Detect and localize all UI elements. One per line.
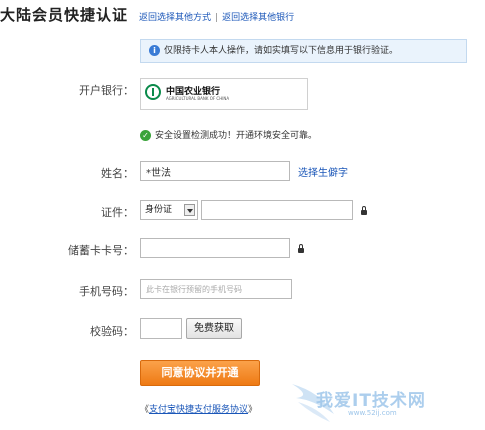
abc-bank-logo-icon [145,84,161,100]
bank-label: 开户银行： [79,84,134,97]
agreement-line: 《支付宝快捷支付服务协议》 [140,402,257,415]
card-number-field[interactable] [140,238,290,258]
chevron-down-icon[interactable] [184,204,195,216]
page-title: 大陆会员快捷认证 [0,6,129,24]
watermark: 我爱IT技术网 www.52ij.com [290,378,480,428]
name-field[interactable] [140,161,290,181]
watermark-text: 我爱IT技术网 [316,391,426,411]
phone-field[interactable] [140,279,292,299]
agreement-link[interactable]: 支付宝快捷支付服务协议 [149,405,248,415]
verification-code-field[interactable] [140,318,182,339]
link-separator: | [215,13,219,23]
agree-and-activate-button[interactable]: 同意协议并开通 [140,360,260,386]
agreement-suffix: 》 [248,405,258,415]
lock-icon [298,244,304,253]
check-icon: ✓ [140,130,151,141]
rare-char-link[interactable]: 选择生僻字 [298,164,348,179]
back-other-bank-link[interactable]: 返回选择其他银行 [222,13,294,23]
card-label: 储蓄卡卡号： [68,244,134,257]
lock-icon [361,206,367,215]
back-other-method-link[interactable]: 返回选择其他方式 [139,13,211,23]
id-type-value: 身份证 [145,205,173,215]
security-text: 安全设置检测成功！开通环境安全可靠。 [155,131,318,141]
bank-name-en: AGRICULTURAL BANK OF CHINA [166,96,230,101]
watermark-url: www.52ij.com [348,409,397,417]
header-links: 返回选择其他方式 | 返回选择其他银行 [139,10,294,23]
phone-label: 手机号码： [79,285,134,298]
bank-logo-box: 中国农业银行 AGRICULTURAL BANK OF CHINA [140,78,308,110]
code-label: 校验码： [90,325,134,338]
notice-bar: i 仅限持卡人本人操作，请如实填写以下信息用于银行验证。 [140,39,467,63]
notice-text: 仅限持卡人本人操作，请如实填写以下信息用于银行验证。 [164,46,399,56]
info-icon: i [149,45,160,56]
name-label: 姓名： [101,167,134,180]
security-status: ✓ 安全设置检测成功！开通环境安全可靠。 [140,128,317,141]
id-label: 证件： [101,206,134,219]
get-sms-code-button[interactable]: 免费获取 [186,318,242,339]
id-type-select[interactable]: 身份证 [140,200,198,220]
agreement-prefix: 《 [140,405,150,415]
id-number-field[interactable] [201,200,353,220]
